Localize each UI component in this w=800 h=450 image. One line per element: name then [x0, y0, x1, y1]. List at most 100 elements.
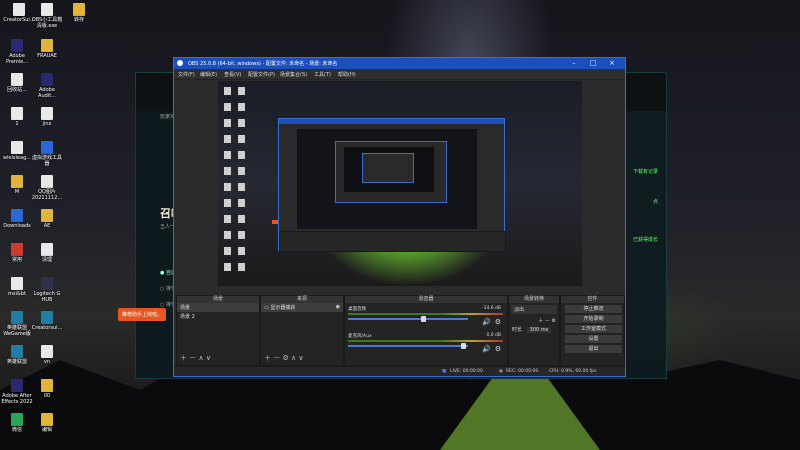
desktop-icon[interactable]: 编辑 [30, 412, 64, 442]
file-icon [13, 3, 25, 16]
menu-tools[interactable]: 工具(T) [314, 71, 331, 78]
speaker-icon[interactable]: 🔊 [482, 345, 491, 353]
desktop-icon[interactable]: 英雄联盟 WeGame版 [0, 310, 34, 340]
down-icon[interactable]: ∨ [206, 354, 211, 362]
channel-db: 0.0 dB [486, 333, 501, 338]
volume-slider[interactable] [348, 316, 468, 322]
minimize-icon[interactable]: – [572, 59, 576, 67]
desktop-icon[interactable]: 清理 [30, 242, 64, 272]
live-timer: LIVE: 00:00:00 [450, 369, 483, 374]
gear-icon[interactable]: ⚙ [552, 318, 556, 324]
settings-button[interactable]: 设置 [564, 334, 623, 344]
obs-window[interactable]: OBS 25.0.8 (64-bit, windows) - 配置文件: 未命名… [173, 57, 626, 377]
remove-icon[interactable]: － [545, 318, 550, 324]
desktop-icon[interactable]: 英雄联盟 [0, 344, 34, 374]
preview-canvas[interactable] [218, 81, 582, 286]
desktop-icon[interactable]: jinx [30, 106, 64, 136]
image-icon [41, 175, 53, 188]
source-item[interactable]: ▭ 显示器捕获 ◉ [261, 303, 343, 312]
folder-icon [41, 379, 53, 392]
creator-suite-icon [41, 311, 53, 324]
transitions-dock: 场景转换 淡出 ＋ － ⚙ 时长 300 ms [508, 295, 560, 366]
maximize-icon[interactable]: □ [590, 59, 597, 67]
folder-icon [73, 3, 85, 16]
after-effects-icon [11, 379, 23, 392]
add-icon[interactable]: ＋ [264, 354, 271, 362]
transition-select[interactable]: 淡出 [511, 305, 557, 314]
up-icon[interactable]: ∧ [291, 354, 296, 362]
desktop-icon[interactable]: vn [30, 344, 64, 374]
desktop-icon[interactable]: OBS小工具箱 清版.exe [30, 2, 64, 32]
slider-knob[interactable] [421, 316, 426, 322]
menu-profile[interactable]: 配置文件(P) [248, 71, 275, 78]
desktop-icon[interactable]: Downloads [0, 208, 34, 238]
cleaner-icon [41, 243, 53, 256]
title-bar[interactable]: OBS 25.0.8 (64-bit, windows) - 配置文件: 未命名… [174, 58, 625, 69]
menu-file[interactable]: 文件(F) [178, 71, 195, 78]
side-text: 点 [652, 199, 658, 205]
down-icon[interactable]: ∨ [298, 354, 303, 362]
menu-scene-collection[interactable]: 场景集合(S) [280, 71, 307, 78]
menu-help[interactable]: 帮助(H) [338, 71, 356, 78]
desktop-icon[interactable]: 转存 [62, 2, 96, 32]
volume-slider[interactable] [348, 343, 468, 349]
rec-indicator-icon: ● [499, 369, 503, 374]
desktop-icon[interactable]: wieisleag... [0, 140, 34, 170]
stop-streaming-button[interactable]: 停止推流 [564, 304, 623, 314]
scene-item[interactable]: 场景 2 [177, 312, 259, 321]
add-icon[interactable]: ＋ [538, 318, 543, 324]
speaker-icon[interactable]: 🔊 [482, 318, 491, 326]
scene-item[interactable]: 场景 [177, 303, 259, 312]
menu-view[interactable]: 查看(V) [224, 71, 241, 78]
nested-obs-window [278, 118, 506, 252]
gear-icon[interactable]: ⚙ [282, 354, 288, 362]
remove-icon[interactable]: － [189, 354, 196, 362]
sources-dock: 来源 ▭ 显示器捕获 ◉ ＋ － ⚙ ∧ ∨ [260, 295, 344, 366]
desktop-icon[interactable]: 常用 [0, 242, 34, 272]
desktop-icon[interactable]: QQ图片 20211112... [30, 174, 64, 204]
cpu-fps: CPU: 0.9%, 60.00 fps [549, 369, 597, 374]
slider-knob[interactable] [461, 343, 466, 349]
mixer-channel: 麦克风/Aux 0.0 dB 🔊 ⚙ [348, 333, 503, 357]
desktop-icon[interactable]: 1 [0, 106, 34, 136]
close-icon[interactable]: × [609, 59, 615, 67]
league-icon [11, 311, 23, 324]
exit-button[interactable]: 退出 [564, 344, 623, 354]
studio-mode-button[interactable]: 工作室模式 [564, 324, 623, 334]
desktop-icon[interactable]: 微信 [0, 412, 34, 442]
menu-edit[interactable]: 编辑(E) [200, 71, 217, 78]
folder-icon [11, 175, 23, 188]
gear-icon[interactable]: ⚙ [495, 318, 501, 326]
desktop-icon[interactable]: Adobe Audit... [30, 72, 64, 102]
desktop-icon[interactable]: FRAUAE [30, 38, 64, 68]
desktop-icon[interactable]: 虚拟游戏工具 器 [30, 140, 64, 170]
desktop-icon[interactable]: M [0, 174, 34, 204]
desktop-icon[interactable]: Logitech G HUB [30, 276, 64, 306]
preview-desktop-icons [218, 81, 256, 286]
desktop-icon[interactable]: 00 [30, 378, 64, 408]
desktop-icon[interactable]: AE [30, 208, 64, 238]
desktop-icon[interactable]: Adobe After Effects 2022 [0, 378, 34, 408]
up-icon[interactable]: ∧ [198, 354, 203, 362]
obs-logo-icon [177, 60, 183, 66]
file-icon [41, 345, 53, 358]
duration-input[interactable]: 300 ms [526, 327, 552, 333]
eye-icon[interactable]: ◉ [336, 304, 340, 310]
remove-icon[interactable]: － [273, 354, 280, 362]
desktop-icon[interactable]: 回收站... [0, 72, 34, 102]
desktop-icon[interactable]: Creatorsui... [30, 310, 64, 340]
transition-controls: ＋ － ⚙ [509, 316, 559, 325]
gear-icon[interactable]: ⚙ [495, 345, 501, 353]
folder-icon [41, 413, 53, 426]
recycle-bin-icon [11, 73, 23, 86]
volume-meter [348, 340, 503, 342]
file-icon [11, 107, 23, 120]
mixer-channel: 桌面音频 -14.6 dB 🔊 ⚙ [348, 306, 503, 330]
start-recording-button[interactable]: 开始录制 [564, 314, 623, 324]
desktop-icon[interactable]: msi&bt [0, 276, 34, 306]
add-icon[interactable]: ＋ [180, 354, 187, 362]
scenes-header: 场景 [177, 296, 259, 303]
desktop-icon[interactable]: Adobe Premie... [0, 38, 34, 68]
notification-tooltip[interactable]: 推荐助手上线啦。 [118, 308, 167, 321]
folder-icon [41, 209, 53, 222]
